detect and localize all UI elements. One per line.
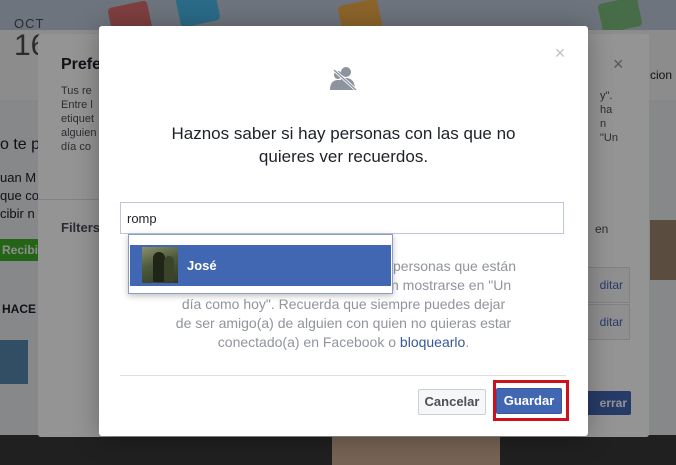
heading-line: quieres ver recuerdos. (258, 147, 429, 166)
cancel-button[interactable]: Cancelar (418, 389, 486, 415)
avatar-figure (164, 256, 174, 282)
avatar (142, 247, 178, 283)
body-text-suffix: . (465, 334, 470, 350)
typeahead-item-name: José (187, 258, 217, 273)
close-icon[interactable]: × (551, 44, 569, 62)
block-link[interactable]: bloquearlo (400, 334, 465, 350)
body-text-prefix: conectado(a) en Facebook o (217, 334, 400, 350)
body-line: conectado(a) en Facebook o bloquearlo. (139, 333, 548, 352)
search-people-input[interactable] (120, 202, 564, 234)
body-line: de ser amigo(a) de alguien con quien no … (175, 315, 512, 331)
typeahead-dropdown: José (128, 234, 393, 294)
hide-people-dialog: × Haznos saber si hay personas con las q… (99, 26, 588, 436)
heading-line: Haznos saber si hay personas con las que… (171, 124, 516, 143)
people-block-icon (330, 67, 358, 92)
footer-divider (120, 375, 566, 376)
body-line: día como hoy". Recuerda que siempre pued… (181, 296, 506, 312)
dialog-heading: Haznos saber si hay personas con las que… (139, 122, 548, 168)
save-button[interactable]: Guardar (496, 388, 562, 414)
typeahead-item[interactable]: José (130, 245, 391, 286)
